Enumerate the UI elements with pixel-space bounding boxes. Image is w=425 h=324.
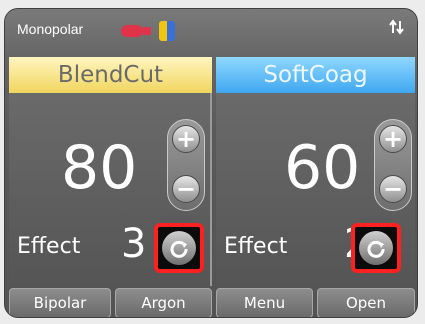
mode-title: Monopolar [17, 21, 84, 37]
power-value-left: 80 [61, 133, 138, 203]
bottom-button-bar: Bipolar Argon Menu Open [5, 288, 417, 317]
menu-button-label: Menu [243, 294, 286, 312]
mode-softcoag-label: SoftCoag [263, 62, 368, 88]
screen: Monopolar BlendCut SoftCoag 80 + − Effec… [4, 8, 418, 318]
plus-icon: + [175, 125, 197, 153]
minus-icon: − [175, 175, 197, 203]
bipolar-button-label: Bipolar [33, 294, 87, 312]
mode-softcoag[interactable]: SoftCoag [216, 57, 415, 93]
effect-value-left: 3 [121, 221, 147, 267]
decrease-power-left-button[interactable]: − [172, 175, 200, 203]
connector-icon [121, 25, 143, 37]
argon-button[interactable]: Argon [115, 288, 212, 317]
swap-arrows-icon[interactable] [389, 19, 405, 39]
reset-icon [162, 231, 196, 265]
device-frame: Monopolar BlendCut SoftCoag 80 + − Effec… [0, 0, 425, 324]
effect-label-left: Effect [17, 234, 81, 259]
effect-reset-left-button[interactable] [154, 223, 204, 273]
increase-power-left-button[interactable]: + [172, 125, 200, 153]
right-panel: 60 + − Effect 2 [216, 93, 415, 286]
title-bar: Monopolar [5, 9, 417, 55]
argon-button-label: Argon [141, 294, 186, 312]
open-button[interactable]: Open [317, 288, 415, 317]
mode-blendcut-label: BlendCut [57, 62, 164, 88]
left-panel: 80 + − Effect 3 [9, 93, 212, 286]
bipolar-button[interactable]: Bipolar [9, 288, 111, 317]
power-value-right: 60 [284, 133, 361, 203]
power-stepper-right: + − [374, 119, 412, 211]
reset-icon [359, 231, 393, 265]
decrease-power-right-button[interactable]: − [379, 175, 407, 203]
menu-button[interactable]: Menu [216, 288, 313, 317]
multi-connector-icon [159, 21, 175, 41]
effect-label-right: Effect [224, 234, 288, 259]
effect-reset-right-button[interactable] [351, 223, 401, 273]
increase-power-right-button[interactable]: + [379, 125, 407, 153]
mode-blendcut[interactable]: BlendCut [9, 57, 212, 93]
power-stepper-left: + − [167, 119, 205, 211]
minus-icon: − [382, 175, 404, 203]
open-button-label: Open [345, 294, 387, 312]
connector-plug-icon [143, 27, 151, 35]
plus-icon: + [382, 125, 404, 153]
